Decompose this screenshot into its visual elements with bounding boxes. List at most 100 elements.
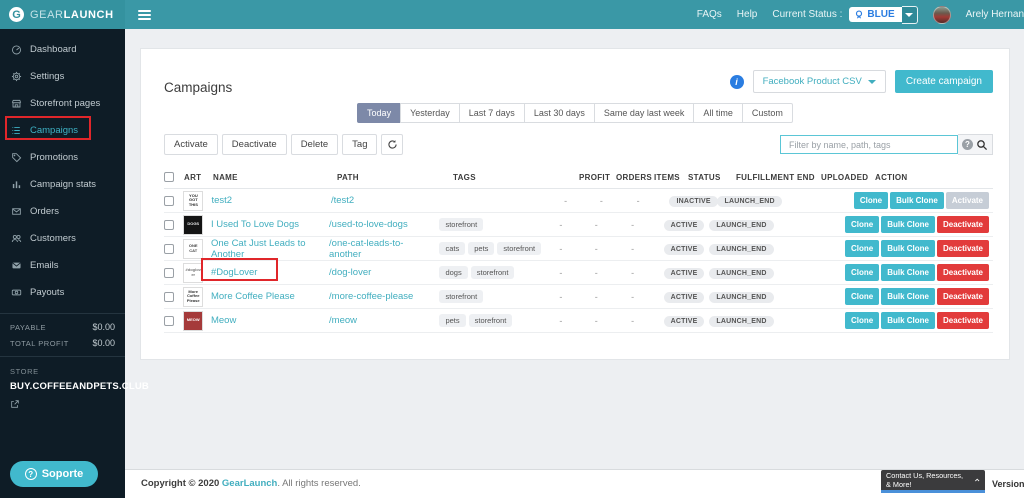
tab-same-day-last-week[interactable]: Same day last week: [593, 103, 695, 123]
tab-last-7-days[interactable]: Last 7 days: [458, 103, 525, 123]
sidebar-item-campaign-stats[interactable]: Campaign stats: [0, 171, 125, 198]
chevron-down-icon: [905, 12, 914, 17]
orders-cell: -: [594, 291, 598, 302]
campaign-path-link[interactable]: /dog-lover: [329, 267, 371, 278]
campaign-art-thumbnail: YOU GOT THIS: [183, 190, 204, 211]
campaign-path-link[interactable]: /used-to-love-dogs: [329, 219, 408, 230]
status-value: BLUE: [867, 9, 895, 20]
campaign-name-link[interactable]: Meow: [211, 315, 236, 326]
row-checkbox[interactable]: [164, 195, 174, 206]
tab-today[interactable]: Today: [357, 103, 402, 123]
sidebar-item-promotions[interactable]: Promotions: [0, 144, 125, 171]
campaign-path-link[interactable]: /test2: [331, 195, 354, 206]
orders-cell: -: [594, 243, 598, 254]
bulk-clone-button[interactable]: Bulk Clone: [881, 264, 935, 281]
facebook-csv-dropdown[interactable]: Facebook Product CSV: [752, 70, 886, 93]
status-caret-button[interactable]: [901, 5, 918, 24]
deactivate-button[interactable]: Deactivate: [221, 134, 287, 155]
orders-cell: -: [594, 315, 598, 326]
bulk-clone-button[interactable]: Bulk Clone: [881, 288, 935, 305]
gearlaunch-logo-icon: G: [9, 7, 24, 22]
campaign-name-link[interactable]: One Cat Just Leads to Another: [211, 238, 306, 260]
campaign-path-link[interactable]: /one-cat-leads-to-another: [329, 238, 403, 260]
filter-help-icon[interactable]: ?: [962, 139, 973, 150]
sidebar-item-campaigns[interactable]: Campaigns: [0, 117, 125, 144]
tag-chip: pets: [468, 242, 495, 255]
sidebar-item-settings[interactable]: Settings: [0, 63, 125, 90]
date-range-tabs: Today Yesterday Last 7 days Last 30 days…: [141, 103, 1009, 123]
sidebar-item-emails[interactable]: Emails: [0, 252, 125, 279]
sidebar-item-storefront-pages[interactable]: Storefront pages: [0, 90, 125, 117]
table-row: YOU GOT THIS test2 /test2 - - - INACTIVE…: [164, 189, 993, 213]
create-campaign-button[interactable]: Create campaign: [894, 70, 993, 93]
sidebar-item-customers[interactable]: Customers: [0, 225, 125, 252]
clone-button[interactable]: Clone: [844, 240, 880, 257]
tab-all-time[interactable]: All time: [693, 103, 743, 123]
clone-button[interactable]: Clone: [844, 216, 880, 233]
fulfillment-badge: LAUNCH_END: [717, 196, 782, 207]
sidebar-item-label: Orders: [30, 206, 60, 217]
support-button[interactable]: ? Soporte: [10, 461, 98, 487]
nav-link-help[interactable]: Help: [737, 9, 758, 20]
contact-us-tab[interactable]: Contact Us, Resources, & More!: [881, 470, 985, 490]
deactivate-row-button[interactable]: Deactivate: [936, 312, 989, 329]
tab-yesterday[interactable]: Yesterday: [400, 103, 460, 123]
bulk-clone-button[interactable]: Bulk Clone: [881, 240, 935, 257]
clone-button[interactable]: Clone: [844, 264, 880, 281]
tag-button[interactable]: Tag: [342, 134, 378, 155]
brand-name: GEARLAUNCH: [30, 8, 114, 21]
row-checkbox[interactable]: [164, 291, 174, 302]
activate-button[interactable]: Activate: [164, 134, 218, 155]
user-avatar[interactable]: [932, 5, 951, 24]
user-name[interactable]: Arely Hernan: [966, 9, 1024, 20]
deactivate-row-button[interactable]: Deactivate: [936, 264, 989, 281]
row-checkbox[interactable]: [164, 267, 174, 278]
bulk-clone-button[interactable]: Bulk Clone: [881, 216, 935, 233]
bulk-clone-button[interactable]: Bulk Clone: [890, 192, 944, 209]
header-items: ITEMS: [654, 172, 680, 182]
campaign-name-link[interactable]: #DogLover: [211, 267, 257, 278]
row-checkbox[interactable]: [164, 219, 174, 230]
sidebar-item-orders[interactable]: Orders: [0, 198, 125, 225]
campaign-name-link[interactable]: I Used To Love Dogs: [211, 219, 299, 230]
chevron-down-icon: [867, 79, 876, 84]
brand-logo[interactable]: G GEARLAUNCH: [0, 0, 125, 29]
hamburger-menu-icon[interactable]: [138, 9, 151, 20]
clone-button[interactable]: Clone: [844, 288, 880, 305]
clone-button[interactable]: Clone: [853, 192, 889, 209]
campaign-name-link[interactable]: More Coffee Please: [211, 291, 295, 302]
delete-button[interactable]: Delete: [290, 134, 339, 155]
status-dropdown[interactable]: BLUE: [849, 5, 918, 24]
tab-last-30-days[interactable]: Last 30 days: [523, 103, 595, 123]
sidebar-item-payouts[interactable]: Payouts: [0, 279, 125, 306]
footer-brand-link[interactable]: GearLaunch: [222, 478, 277, 489]
deactivate-row-button[interactable]: Deactivate: [936, 216, 989, 233]
campaign-name-link[interactable]: test2: [211, 195, 232, 206]
sidebar-item-label: Campaigns: [30, 125, 79, 136]
row-checkbox[interactable]: [164, 243, 174, 254]
deactivate-row-button[interactable]: Deactivate: [936, 240, 989, 257]
fulfillment-badge: LAUNCH_END: [709, 268, 774, 279]
bulk-clone-button[interactable]: Bulk Clone: [881, 312, 935, 329]
clone-button[interactable]: Clone: [844, 312, 880, 329]
items-cell: -: [631, 291, 635, 302]
filter-input[interactable]: [780, 135, 958, 154]
activate-row-button[interactable]: Activate: [945, 192, 989, 209]
sidebar-item-dashboard[interactable]: Dashboard: [0, 36, 125, 63]
campaign-path-link[interactable]: /meow: [329, 315, 357, 326]
campaign-art-thumbnail: #doglover: [183, 262, 204, 283]
refresh-button[interactable]: [381, 134, 404, 155]
select-all-checkbox[interactable]: [164, 172, 174, 182]
store-domain-link[interactable]: BUY.COFFEEANDPETS.CLUB: [10, 381, 149, 392]
external-link-icon[interactable]: [10, 396, 20, 414]
nav-link-faqs[interactable]: FAQs: [697, 9, 722, 20]
campaign-path-link[interactable]: /more-coffee-please: [329, 291, 413, 302]
tab-custom[interactable]: Custom: [741, 103, 793, 123]
search-icon[interactable]: [976, 139, 988, 151]
tag-chip: storefront: [497, 242, 542, 255]
status-badge: ACTIVE: [663, 268, 705, 279]
info-icon[interactable]: i: [729, 74, 744, 89]
deactivate-row-button[interactable]: Deactivate: [936, 288, 989, 305]
row-checkbox[interactable]: [164, 315, 174, 326]
status-badge-button[interactable]: BLUE: [849, 7, 902, 22]
